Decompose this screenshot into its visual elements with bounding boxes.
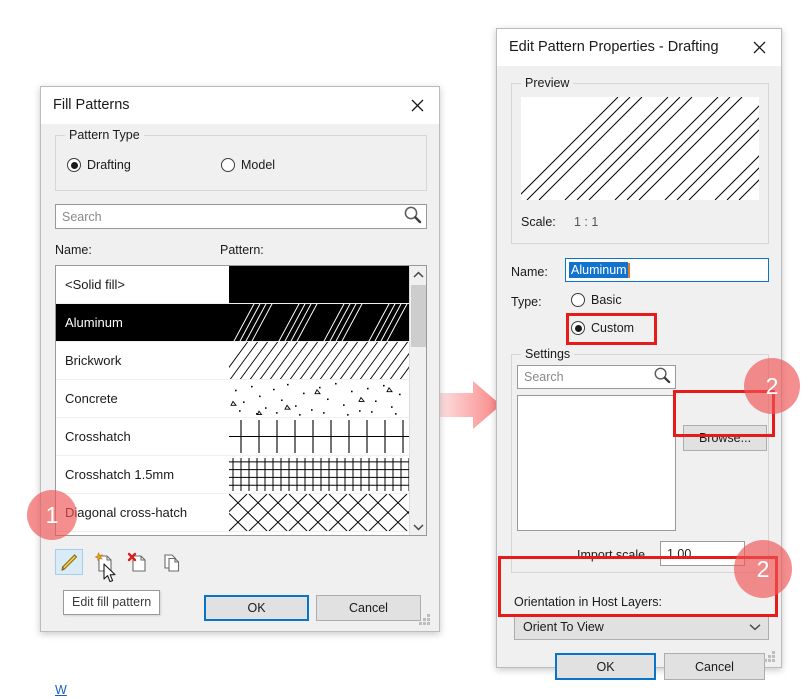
pattern-swatch-concrete xyxy=(229,380,409,417)
radio-drafting[interactable]: Drafting xyxy=(67,158,131,172)
chevron-down-icon[interactable] xyxy=(749,620,761,634)
tooltip-text: Edit fill pattern xyxy=(72,595,152,609)
radio-drafting-indicator xyxy=(67,158,81,172)
scale-value: 1 : 1 xyxy=(574,215,599,229)
settings-legend: Settings xyxy=(521,347,575,361)
edit-pattern-properties-dialog: Edit Pattern Properties - Drafting Previ… xyxy=(496,28,782,680)
radio-model[interactable]: Model xyxy=(221,158,275,172)
radio-basic-indicator xyxy=(571,293,585,307)
screenshot-root: Fill Patterns Pattern Type Drafting Mode… xyxy=(0,0,812,699)
cancel-button[interactable]: Cancel xyxy=(316,595,421,621)
new-fill-pattern-button[interactable] xyxy=(89,549,117,575)
column-header-pattern: Pattern: xyxy=(220,243,264,257)
ok-button-label: OK xyxy=(247,601,266,615)
table-row[interactable]: Diagonal cross-hatch xyxy=(56,494,409,532)
radio-basic-label: Basic xyxy=(591,293,622,307)
search-placeholder: Search xyxy=(62,209,102,224)
scrollbar-thumb[interactable] xyxy=(411,285,426,347)
row-name: <Solid fill> xyxy=(65,277,125,292)
table-row[interactable]: Concrete xyxy=(56,380,409,418)
cancel-button-label: Cancel xyxy=(349,601,388,615)
fill-pattern-list[interactable]: <Solid fill> Aluminum Brickwork Concrete… xyxy=(55,265,427,536)
row-name: Aluminum xyxy=(65,315,123,330)
resize-grip[interactable] xyxy=(418,614,432,628)
row-name: Diagonal cross-hatch xyxy=(65,505,188,520)
flow-arrow-icon xyxy=(437,381,501,429)
ok-button[interactable]: OK xyxy=(555,653,656,680)
fill-patterns-title: Fill Patterns xyxy=(53,97,130,113)
magnifier-icon[interactable] xyxy=(653,366,671,389)
help-link[interactable]: W xyxy=(55,683,67,697)
chevron-down-icon[interactable] xyxy=(410,518,426,535)
pattern-swatch-aluminum xyxy=(229,304,409,341)
name-input[interactable]: Aluminum xyxy=(565,258,769,282)
delete-fill-pattern-button[interactable] xyxy=(123,549,151,575)
name-label: Name: xyxy=(511,265,548,279)
radio-model-label: Model xyxy=(241,158,276,172)
ok-button-label: OK xyxy=(596,659,615,674)
column-header-name: Name: xyxy=(55,243,92,257)
ok-button[interactable]: OK xyxy=(204,595,309,621)
settings-search-input[interactable]: Search xyxy=(517,365,676,389)
table-row[interactable]: Crosshatch 1.5mm xyxy=(56,456,409,494)
search-input[interactable]: Search xyxy=(55,204,427,229)
import-scale-label: Import scale xyxy=(577,548,646,562)
edit-fill-pattern-tooltip: Edit fill pattern xyxy=(63,590,161,615)
cancel-button[interactable]: Cancel xyxy=(664,653,765,680)
name-input-value: Aluminum xyxy=(569,262,628,278)
edit-pattern-title: Edit Pattern Properties - Drafting xyxy=(509,39,719,55)
pattern-swatch-solid xyxy=(229,266,409,303)
radio-basic[interactable]: Basic xyxy=(571,293,622,307)
row-name: Crosshatch 1.5mm xyxy=(65,467,175,482)
orientation-label: Orientation in Host Layers: xyxy=(514,595,662,609)
radio-custom[interactable]: Custom xyxy=(571,321,634,335)
orientation-dropdown[interactable]: Orient To View xyxy=(514,614,769,640)
row-name: Crosshatch xyxy=(65,429,131,444)
orientation-value: Orient To View xyxy=(523,620,604,634)
pattern-swatch-brickwork xyxy=(229,342,409,379)
table-row[interactable]: Brickwork xyxy=(56,342,409,380)
fill-patterns-dialog: Fill Patterns Pattern Type Drafting Mode… xyxy=(40,86,440,697)
close-icon[interactable] xyxy=(739,30,779,64)
settings-search-placeholder: Search xyxy=(524,370,564,384)
pattern-swatch-crosshatch xyxy=(229,418,409,455)
pattern-preview-canvas xyxy=(521,97,759,200)
browse-button-label: Browse... xyxy=(698,431,752,445)
pattern-swatch-crosshatch15 xyxy=(229,456,409,493)
chevron-up-icon[interactable] xyxy=(410,266,426,283)
radio-drafting-label: Drafting xyxy=(87,158,131,172)
list-scrollbar[interactable] xyxy=(409,266,426,535)
row-name: Brickwork xyxy=(65,353,122,368)
fill-patterns-titlebar: Fill Patterns xyxy=(41,87,439,124)
table-row[interactable]: Crosshatch xyxy=(56,418,409,456)
fill-pattern-rows: <Solid fill> Aluminum Brickwork Concrete… xyxy=(56,266,409,535)
radio-model-indicator xyxy=(221,158,235,172)
import-scale-value: 1.00 xyxy=(667,546,692,561)
pattern-type-legend: Pattern Type xyxy=(65,128,144,142)
close-icon[interactable] xyxy=(397,88,437,122)
radio-custom-indicator xyxy=(571,321,585,335)
type-label: Type: xyxy=(511,295,542,309)
pattern-swatch-diagonal-cross-hatch xyxy=(229,494,409,531)
row-name: Concrete xyxy=(65,391,118,406)
preview-legend: Preview xyxy=(521,76,574,90)
radio-custom-label: Custom xyxy=(591,321,635,335)
settings-pattern-list[interactable] xyxy=(517,395,676,531)
table-row[interactable]: Aluminum xyxy=(56,304,409,342)
resize-grip[interactable] xyxy=(763,651,777,665)
edit-pattern-titlebar: Edit Pattern Properties - Drafting xyxy=(497,29,781,66)
magnifier-icon[interactable] xyxy=(403,205,422,229)
browse-button[interactable]: Browse... xyxy=(683,425,767,451)
fill-pattern-toolbar xyxy=(55,549,185,575)
table-row[interactable]: <Solid fill> xyxy=(56,266,409,304)
cancel-button-label: Cancel xyxy=(695,659,734,674)
text-caret xyxy=(627,262,630,278)
edit-fill-pattern-button[interactable] xyxy=(55,549,83,575)
scale-label: Scale: xyxy=(521,215,556,229)
duplicate-fill-pattern-button[interactable] xyxy=(157,549,185,575)
import-scale-input[interactable]: 1.00 xyxy=(660,541,745,566)
